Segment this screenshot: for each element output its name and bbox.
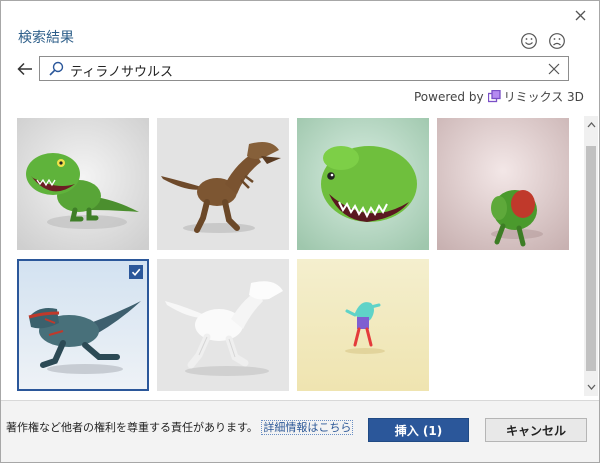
- results-gallery: [15, 116, 586, 396]
- gallery-scrollbar[interactable]: [584, 116, 598, 396]
- scroll-down-icon[interactable]: [584, 380, 598, 394]
- result-3[interactable]: [297, 118, 429, 250]
- result-5[interactable]: [17, 259, 149, 391]
- result-4[interactable]: [437, 118, 569, 250]
- selected-check-icon: [129, 265, 143, 279]
- scroll-up-icon[interactable]: [584, 118, 598, 132]
- result-2[interactable]: [157, 118, 289, 250]
- attribution: Powered by リミックス 3D: [414, 88, 584, 105]
- remix3d-logo-icon: [487, 89, 501, 103]
- close-icon[interactable]: [569, 5, 591, 25]
- clear-icon[interactable]: [546, 61, 562, 77]
- back-arrow-icon[interactable]: [14, 59, 36, 79]
- copyright-text: 著作権など他者の権利を尊重する責任があります。: [6, 421, 258, 434]
- search-box[interactable]: ティラノサウルス: [39, 56, 569, 81]
- insert-button[interactable]: 挿入 (1): [368, 418, 469, 442]
- attribution-prefix: Powered by: [414, 89, 484, 104]
- result-6[interactable]: [157, 259, 289, 391]
- cancel-button[interactable]: キャンセル: [485, 418, 587, 442]
- frown-icon[interactable]: [547, 31, 567, 51]
- attribution-provider: リミックス 3D: [503, 90, 584, 104]
- smiley-icon[interactable]: [519, 31, 539, 51]
- copyright-notice: 著作権など他者の権利を尊重する責任があります。 詳細情報はこちら: [6, 419, 356, 436]
- search-icon: [48, 61, 64, 77]
- dialog-footer: 著作権など他者の権利を尊重する責任があります。 詳細情報はこちら 挿入 (1) …: [1, 400, 599, 462]
- search-query[interactable]: ティラノサウルス: [70, 61, 173, 80]
- scrollbar-thumb[interactable]: [586, 146, 596, 371]
- details-link[interactable]: 詳細情報はこちら: [261, 420, 354, 435]
- dialog-title: 検索結果: [18, 30, 74, 46]
- insert-3d-model-dialog: 検索結果 ティラノサウルス Powered by リミックス 3D 著作権など他…: [0, 0, 600, 463]
- result-1[interactable]: [17, 118, 149, 250]
- result-7[interactable]: [297, 259, 429, 391]
